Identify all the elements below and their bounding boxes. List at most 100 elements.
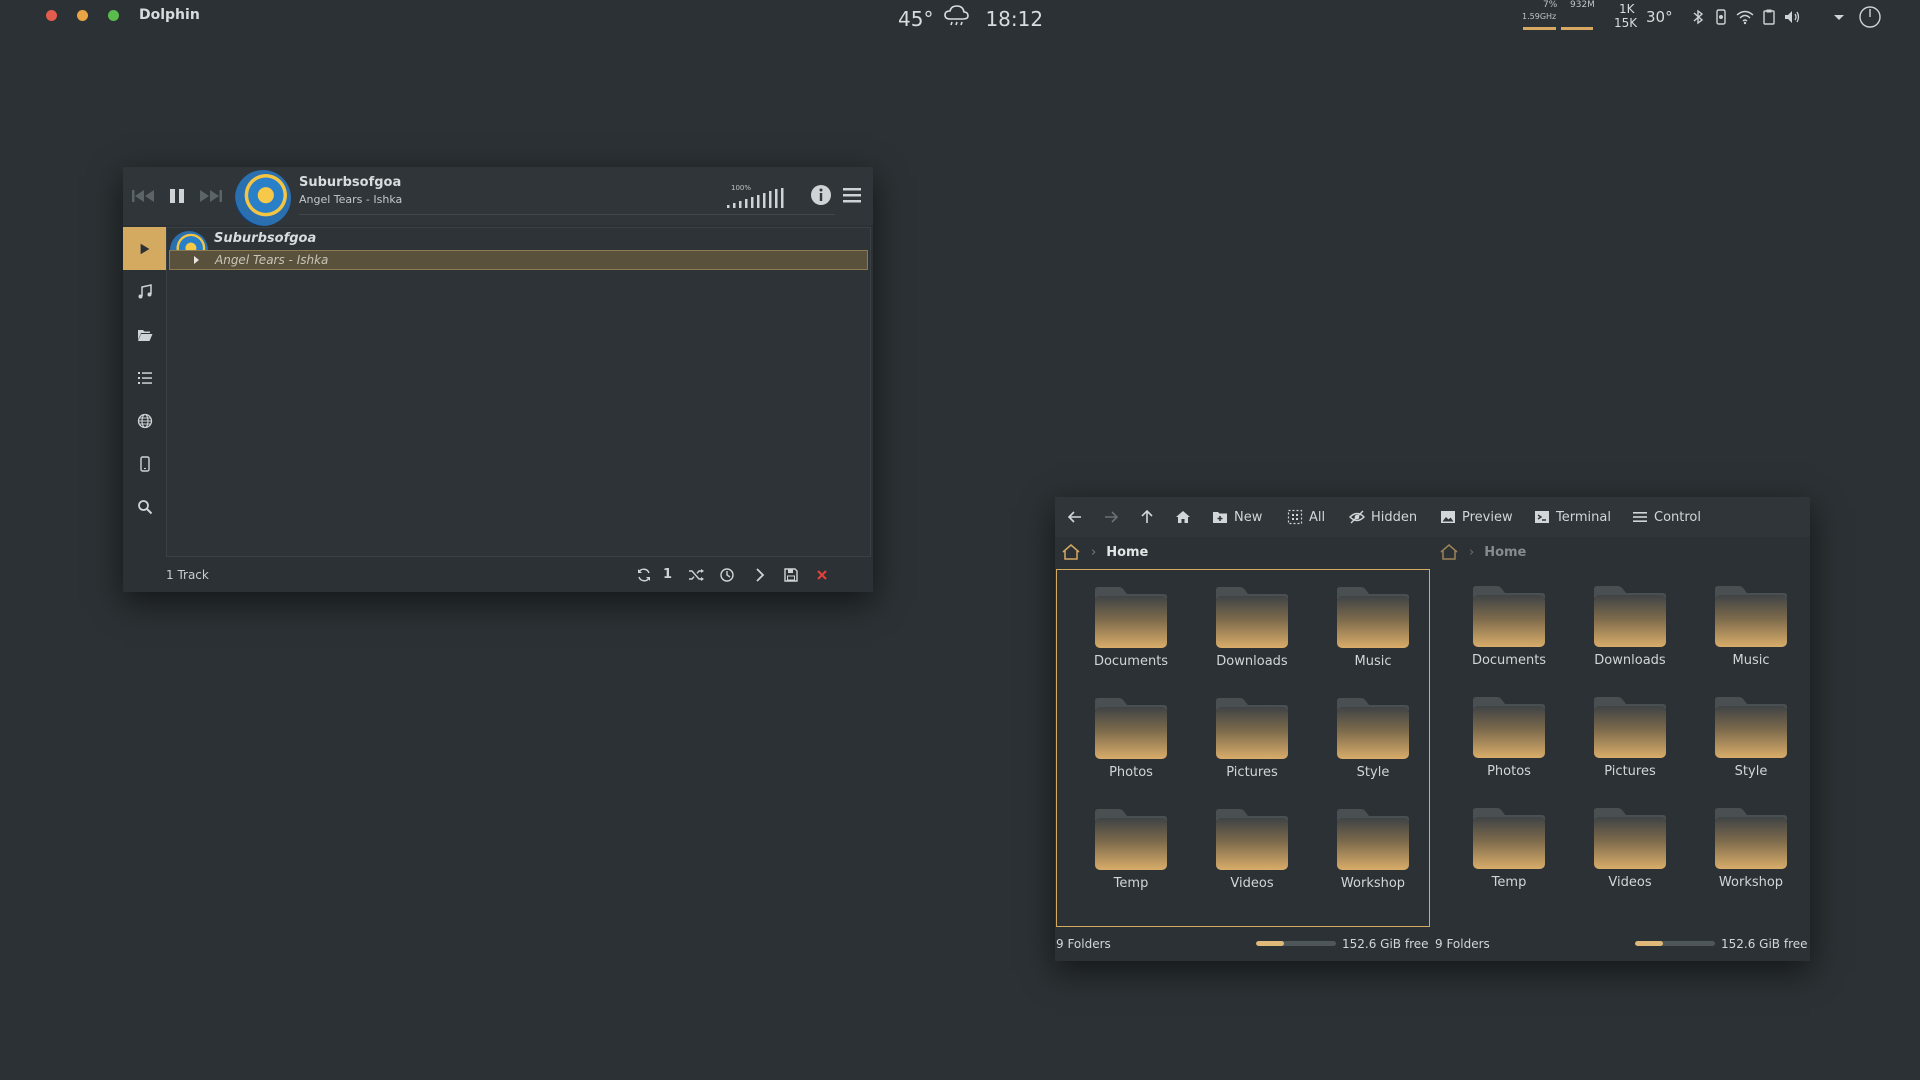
tray-expand-arrow-icon[interactable] — [1830, 8, 1848, 26]
system-tray: 7% 1.59GHz 932M 1K 15K 30° — [1500, 0, 1920, 34]
folder-item[interactable]: Photos — [1445, 686, 1565, 790]
folder-item[interactable]: Workshop — [1687, 797, 1807, 901]
folder-label: Temp — [1113, 876, 1149, 891]
active-app-name: Dolphin — [139, 7, 200, 23]
select-all-button[interactable]: All — [1287, 505, 1325, 529]
right-disk-usage-bar — [1635, 941, 1715, 946]
pause-button[interactable] — [164, 185, 190, 207]
seek-bar[interactable] — [299, 214, 835, 215]
folder-item[interactable]: Pictures — [1566, 686, 1686, 790]
select-all-label: All — [1309, 509, 1326, 525]
previous-track-button[interactable] — [130, 185, 156, 207]
volume-icon[interactable] — [1783, 8, 1801, 26]
folder-item[interactable]: Style — [1309, 687, 1429, 791]
folder-item[interactable]: Pictures — [1188, 687, 1308, 791]
up-button[interactable] — [1139, 505, 1155, 529]
folder-item[interactable]: Documents — [1067, 576, 1187, 680]
home-crumb-icon[interactable] — [1061, 542, 1081, 562]
left-breadcrumb-home[interactable]: Home — [1106, 545, 1148, 560]
cpu-graph — [1523, 27, 1556, 30]
sidebar-files[interactable] — [123, 313, 166, 356]
menu-icon[interactable] — [841, 184, 867, 206]
forward-button[interactable] — [1103, 505, 1119, 529]
folder-item[interactable]: Style — [1687, 686, 1807, 790]
sidebar-now-playing[interactable] — [123, 227, 166, 270]
folder-item[interactable]: Temp — [1445, 797, 1565, 901]
preview-button[interactable]: Preview — [1440, 505, 1513, 529]
folder-icon — [1594, 586, 1666, 647]
new-folder-icon — [1213, 512, 1227, 523]
folder-item[interactable]: Photos — [1067, 687, 1187, 791]
close-window-button[interactable] — [46, 10, 57, 21]
folder-item[interactable]: Documents — [1445, 575, 1565, 679]
left-pane[interactable]: Documents Downloads Music Photos Pictures Sty… — [1056, 569, 1430, 927]
folder-item[interactable]: Videos — [1188, 798, 1308, 902]
left-free-space: 152.6 GiB free — [1342, 937, 1429, 951]
left-statusbar: 9 Folders 152.6 GiB free — [1056, 933, 1430, 957]
new-folder-label: New — [1234, 509, 1263, 525]
memory-bar — [1561, 27, 1593, 30]
player-statusbar: 1 Track 1 — [166, 559, 871, 589]
sidebar-search[interactable] — [123, 485, 166, 528]
memory-usage: 932M — [1570, 0, 1595, 10]
home-button[interactable] — [1175, 505, 1191, 529]
sidebar-playlists[interactable] — [123, 356, 166, 399]
sidebar-devices[interactable] — [123, 442, 166, 485]
folder-item[interactable]: Music — [1687, 575, 1807, 679]
playing-indicator-icon — [194, 256, 199, 264]
left-breadcrumb: › Home — [1061, 539, 1148, 565]
new-folder-button[interactable]: New — [1212, 505, 1262, 529]
folder-item[interactable]: Downloads — [1566, 575, 1686, 679]
network-download: 15K — [1614, 16, 1638, 30]
phone-connect-icon[interactable] — [1712, 8, 1730, 26]
left-disk-usage-bar — [1256, 941, 1336, 946]
control-menu-button[interactable]: Control — [1632, 505, 1701, 529]
right-pane[interactable]: Documents Downloads Music Photos Pictures Sty… — [1435, 569, 1809, 927]
album-art[interactable] — [235, 170, 291, 226]
player-sidebar — [123, 227, 166, 592]
folder-item[interactable]: Workshop — [1309, 798, 1429, 902]
terminal-button[interactable]: Terminal — [1534, 505, 1611, 529]
playlist-item[interactable]: Suburbsofgoa Angel Tears - Ishka — [167, 228, 872, 272]
folder-item[interactable]: Videos — [1566, 797, 1686, 901]
shuffle-icon[interactable] — [688, 567, 704, 583]
info-icon[interactable] — [809, 183, 833, 207]
folder-label: Videos — [1608, 875, 1652, 890]
folder-icon — [1594, 808, 1666, 869]
folder-item[interactable]: Temp — [1067, 798, 1187, 902]
clear-playlist-icon[interactable] — [814, 567, 830, 583]
repeat-one-button[interactable]: 1 — [663, 567, 679, 583]
playlist-item-artist: Angel Tears - Ishka — [215, 253, 329, 267]
clock-weather[interactable]: 45° 18:12 — [898, 4, 1043, 33]
folder-item[interactable]: Downloads — [1188, 576, 1308, 680]
wifi-icon[interactable] — [1736, 8, 1754, 26]
home-icon — [1176, 511, 1190, 523]
volume-slider[interactable] — [725, 187, 805, 209]
maximize-window-button[interactable] — [108, 10, 119, 21]
stop-after-icon[interactable] — [719, 567, 735, 583]
clipboard-icon[interactable] — [1760, 8, 1778, 26]
arrow-up-icon — [1141, 509, 1153, 523]
globe-icon — [137, 413, 152, 428]
power-icon[interactable] — [1858, 5, 1882, 29]
clock-time: 18:12 — [985, 6, 1044, 31]
sidebar-library[interactable] — [123, 270, 166, 313]
player-toolbar: Suburbsofgoa Angel Tears - Ishka 100% — [123, 167, 873, 226]
select-all-icon — [1287, 509, 1303, 525]
repeat-icon[interactable] — [636, 567, 652, 583]
sidebar-internet[interactable] — [123, 399, 166, 442]
folder-label: Workshop — [1340, 876, 1406, 891]
playlist-item-selection[interactable]: Angel Tears - Ishka — [169, 250, 868, 270]
back-button[interactable] — [1067, 505, 1083, 529]
folder-item[interactable]: Music — [1309, 576, 1429, 680]
right-breadcrumb-home[interactable]: Home — [1484, 545, 1526, 560]
save-playlist-icon[interactable] — [783, 567, 799, 583]
minimize-window-button[interactable] — [77, 10, 88, 21]
forward-chevron-icon[interactable] — [752, 567, 768, 583]
show-hidden-button[interactable]: Hidden — [1349, 505, 1417, 529]
home-crumb-icon[interactable] — [1439, 542, 1459, 562]
play-icon — [140, 243, 149, 254]
folder-icon — [1473, 697, 1545, 758]
next-track-button[interactable] — [198, 185, 224, 207]
bluetooth-icon[interactable] — [1689, 8, 1707, 26]
